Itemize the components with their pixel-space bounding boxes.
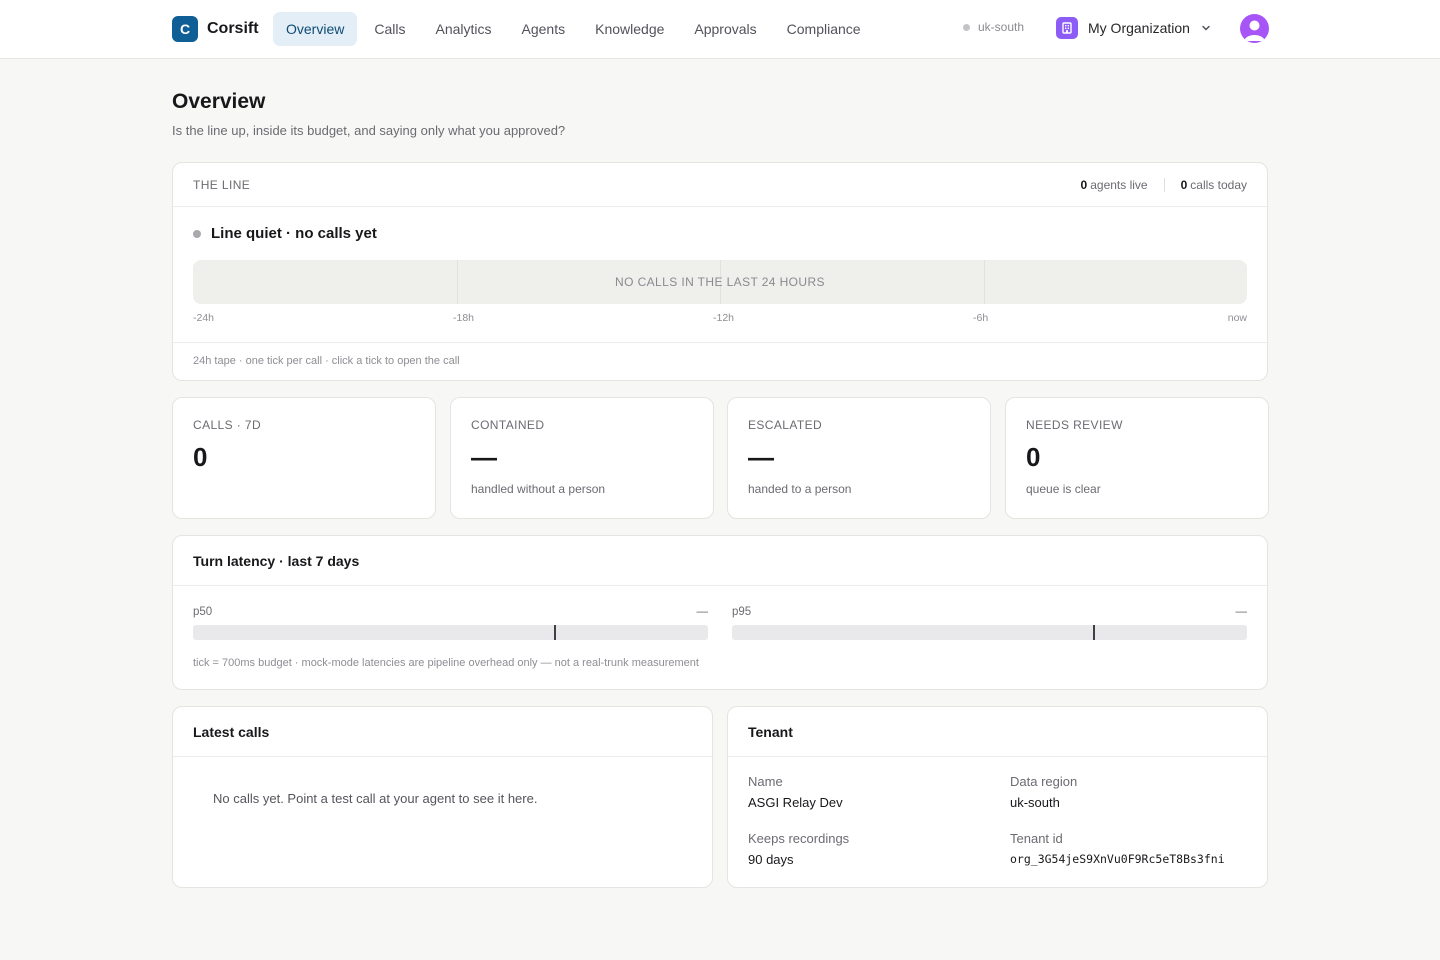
tab-approvals[interactable]: Approvals [681,12,769,46]
org-switcher[interactable]: My Organization [1056,17,1212,39]
kpi-value: 0 [1026,442,1041,472]
tab-agents[interactable]: Agents [509,12,579,46]
status-dot-icon [193,229,201,238]
kpi-value: 0 [193,442,208,472]
kpi-value: — [471,442,497,472]
tape-axis: -24h -18h -12h -6h now [193,312,1247,326]
latency-value: — [1235,606,1248,618]
kpi-label: CALLS · 7D [193,418,262,432]
kpi-sub: queue is clear [1026,482,1101,496]
brand[interactable]: C Corsift [172,16,259,42]
tab-overview[interactable]: Overview [273,12,358,46]
tenant-title: Tenant [728,707,1267,757]
top-bar: C Corsift Overview Calls Analytics Agent… [0,0,1440,59]
latency-label: p95 [732,606,752,618]
tenant-card: Tenant Name ASGI Relay Dev Data region u… [727,706,1268,888]
tape-tick-label: -24h [193,312,215,324]
kpi-sub: handed to a person [748,482,852,496]
latency-card: Turn latency · last 7 days p50 — p95 — t… [172,535,1268,690]
building-icon [1056,17,1078,39]
tape-tick-label: -12h [713,312,735,324]
stat-divider [1163,177,1165,192]
latency-value: — [696,606,709,618]
latest-calls-title: Latest calls [173,707,712,757]
tape-tick-label: -18h [453,312,475,324]
tab-analytics[interactable]: Analytics [422,12,504,46]
chevron-down-icon [1202,25,1210,31]
agents-live-stat: 0 agents live [1080,177,1148,192]
org-name: My Organization [1088,20,1190,36]
line-stats: 0 agents live 0 calls today [1080,177,1247,192]
latency-bar [193,625,708,640]
tape-empty-message: NO CALLS IN THE LAST 24 HOURS [615,275,825,289]
tape-tick-label: -6h [973,312,989,324]
page-title: Overview [172,90,266,113]
kpi-calls-7d[interactable]: CALLS · 7D 0 [172,397,436,519]
budget-tick [553,625,556,640]
kpi-escalated[interactable]: ESCALATED — handed to a person [727,397,991,519]
line-label: THE LINE [193,177,251,192]
line-card: THE LINE 0 agents live 0 calls today Line … [172,162,1268,381]
brand-logo: C [172,16,198,42]
tab-compliance[interactable]: Compliance [774,12,874,46]
tenant-region: Data region uk-south [1010,774,1078,810]
tab-calls[interactable]: Calls [361,12,418,46]
kpi-contained[interactable]: CONTAINED — handled without a person [450,397,714,519]
call-tape[interactable]: NO CALLS IN THE LAST 24 HOURS [193,260,1247,304]
line-footer: 24h tape · one tick per call · click a t… [173,342,1267,381]
kpi-label: NEEDS REVIEW [1026,418,1123,432]
kpi-value: — [748,442,774,472]
tenant-recordings: Keeps recordings 90 days [748,831,850,867]
line-status: Line quiet · no calls yet [193,225,377,242]
latency-p95: p95 — [732,606,1247,640]
latency-bar [732,625,1247,640]
kpi-label: ESCALATED [748,418,823,432]
kpi-label: CONTAINED [471,418,545,432]
line-status-text: Line quiet · no calls yet [211,225,377,242]
brand-name: Corsift [207,20,259,37]
tab-knowledge[interactable]: Knowledge [582,12,677,46]
status-dot-icon [963,23,970,31]
tenant-id: Tenant id org_3G54jeS9XnVu0F9Rc5eT8Bs3fn… [1010,831,1225,866]
region-label: uk-south [978,20,1025,34]
kpi-needs-review[interactable]: NEEDS REVIEW 0 queue is clear [1005,397,1269,519]
latency-p50: p50 — [193,606,708,640]
kpi-sub: handled without a person [471,482,606,496]
latency-note: tick = 700ms budget · mock-mode latencie… [193,657,699,669]
latest-calls-empty: No calls yet. Point a test call at your … [213,791,538,806]
tape-tick-label: now [1227,312,1247,324]
latest-calls-card: Latest calls No calls yet. Point a test … [172,706,713,888]
tenant-name: Name ASGI Relay Dev [748,774,843,810]
main-nav: Overview Calls Analytics Agents Knowledg… [273,12,874,46]
budget-tick [1092,625,1095,640]
region-indicator: uk-south [963,20,1024,34]
line-card-header: THE LINE 0 agents live 0 calls today [173,163,1267,207]
latency-title: Turn latency · last 7 days [173,536,1267,586]
user-avatar-icon[interactable] [1240,14,1269,43]
calls-today-stat: 0 calls today [1180,177,1247,192]
latency-label: p50 [193,606,213,618]
page-subtitle: Is the line up, inside its budget, and s… [172,123,566,138]
